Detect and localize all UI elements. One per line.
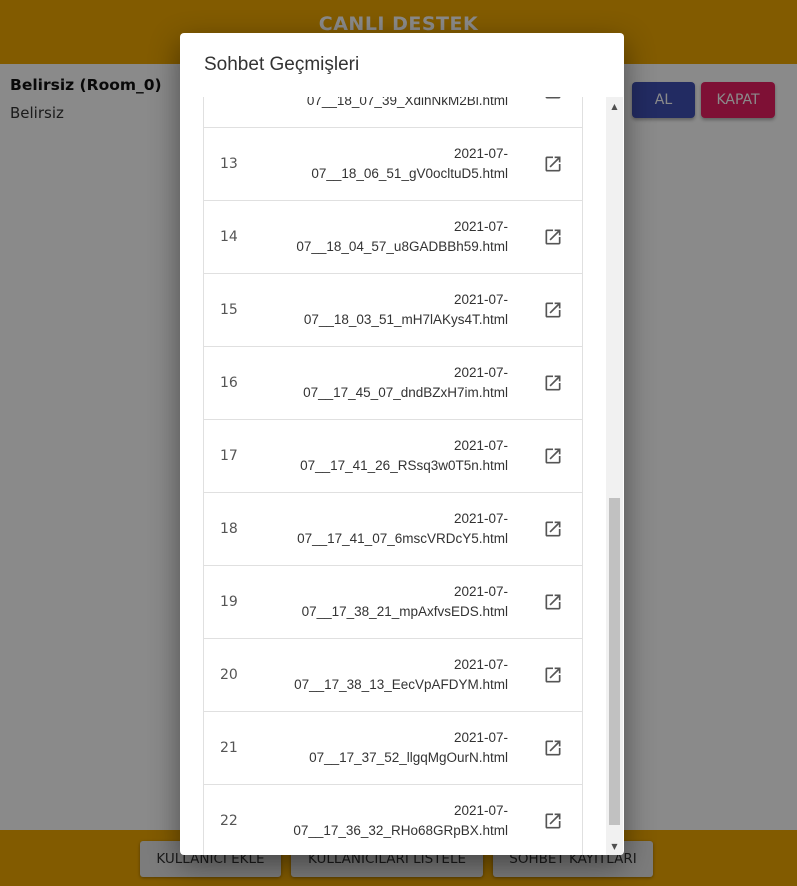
open-in-new-icon[interactable] [543,738,563,758]
row-filename: 2021-07- 07__18_03_51_mH7lAKys4T.html [264,290,508,330]
list-item: 14 2021-07- 07__18_04_57_u8GADBBh59.html [203,201,583,274]
row-filename: 2021-07- 07__17_41_26_RSsq3w0T5n.html [264,436,508,476]
row-filename: 2021-07- 07__17_36_32_RHo68GRpBX.html [264,801,508,841]
row-filename: 2021-07- 07__17_38_13_EecVpAFDYM.html [264,655,508,695]
chat-history-list[interactable]: 122021-07-07__18_07_39_XdihNkM2Bl.html13… [203,97,583,855]
open-in-new-icon[interactable] [543,154,563,174]
row-filename: 2021-07- 07__17_41_07_6mscVRDcY5.html [264,509,508,549]
filename-line-1: 2021-07- [453,803,508,818]
filename-line-2: 07__17_41_26_RSsq3w0T5n.html [300,458,508,473]
filename-line-1: 2021-07- [453,365,508,380]
row-index: 16 [220,375,238,391]
row-index: 14 [220,229,238,245]
row-index: 19 [220,594,238,610]
open-in-new-icon[interactable] [543,300,563,320]
open-in-new-icon[interactable] [543,446,563,466]
open-in-new-icon[interactable] [543,97,563,101]
filename-line-2: 07__17_37_52_llgqMgOurN.html [309,750,508,765]
row-filename: 2021-07- 07__17_37_52_llgqMgOurN.html [264,728,508,768]
filename-line-2: 07__17_41_07_6mscVRDcY5.html [297,531,508,546]
row-index: 20 [220,667,238,683]
list-item: 16 2021-07- 07__17_45_07_dndBZxH7im.html [203,347,583,420]
row-index: 13 [220,156,238,172]
row-filename: 2021-07- 07__17_45_07_dndBZxH7im.html [264,363,508,403]
filename-line-2: 07__18_06_51_gV0ocltuD5.html [311,166,508,181]
filename-line-1: 2021-07- [453,584,508,599]
chat-history-dialog: Sohbet Geçmişleri 122021-07-07__18_07_39… [180,33,624,855]
filename-line-1: 2021-07- [453,730,508,745]
open-in-new-icon[interactable] [543,811,563,831]
list-item: 15 2021-07- 07__18_03_51_mH7lAKys4T.html [203,274,583,347]
row-index: 17 [220,448,238,464]
open-in-new-icon[interactable] [543,665,563,685]
list-item: 20 2021-07- 07__17_38_13_EecVpAFDYM.html [203,639,583,712]
scrollbar-thumb[interactable] [609,498,620,825]
row-index: 21 [220,740,238,756]
scroll-down-arrow-icon[interactable]: ▼ [606,839,623,855]
filename-line-2: 07__18_03_51_mH7lAKys4T.html [303,312,508,327]
filename-line-1: 2021-07- [453,146,508,161]
list-item: 21 2021-07- 07__17_37_52_llgqMgOurN.html [203,712,583,785]
filename-line-2: 07__18_04_57_u8GADBBh59.html [296,239,508,254]
list-item: 13 2021-07- 07__18_06_51_gV0ocltuD5.html [203,128,583,201]
filename-line-2: 07__17_38_13_EecVpAFDYM.html [294,677,508,692]
filename-line-2: 07__17_38_21_mpAxfvsEDS.html [301,604,508,619]
row-index: 12 [220,97,238,127]
list-item: 22 2021-07- 07__17_36_32_RHo68GRpBX.html [203,785,583,855]
dialog-title: Sohbet Geçmişleri [204,54,360,75]
row-index: 18 [220,521,238,537]
open-in-new-icon[interactable] [543,227,563,247]
filename-line-1: 2021-07- [453,292,508,307]
row-filename: 2021-07- 07__17_38_21_mpAxfvsEDS.html [264,582,508,622]
row-filename: 2021-07-07__18_07_39_XdihNkM2Bl.html [264,97,508,111]
filename-line-1: 2021-07- [453,657,508,672]
list-item: 18 2021-07- 07__17_41_07_6mscVRDcY5.html [203,493,583,566]
scroll-up-arrow-icon[interactable]: ▲ [606,99,623,115]
filename-line-2: 07__17_45_07_dndBZxH7im.html [303,385,508,400]
list-item: 17 2021-07- 07__17_41_26_RSsq3w0T5n.html [203,420,583,493]
list-scrollbar[interactable]: ▲ ▼ [606,97,623,855]
row-filename: 2021-07- 07__18_06_51_gV0ocltuD5.html [264,144,508,184]
filename-line-1: 2021-07- [453,511,508,526]
open-in-new-icon[interactable] [543,373,563,393]
row-filename: 2021-07- 07__18_04_57_u8GADBBh59.html [264,217,508,257]
filename-line-1: 2021-07- [453,219,508,234]
row-index: 15 [220,302,238,318]
open-in-new-icon[interactable] [543,592,563,612]
filename-line-1: 2021-07- [453,438,508,453]
row-index: 22 [220,813,238,829]
filename-line-2: 07__17_36_32_RHo68GRpBX.html [293,823,508,838]
open-in-new-icon[interactable] [543,519,563,539]
list-item: 12 2021-07-07__18_07_39_XdihNkM2Bl.html [203,97,583,128]
filename-line-2: 07__18_07_39_XdihNkM2Bl.html [306,97,508,108]
list-item: 19 2021-07- 07__17_38_21_mpAxfvsEDS.html [203,566,583,639]
